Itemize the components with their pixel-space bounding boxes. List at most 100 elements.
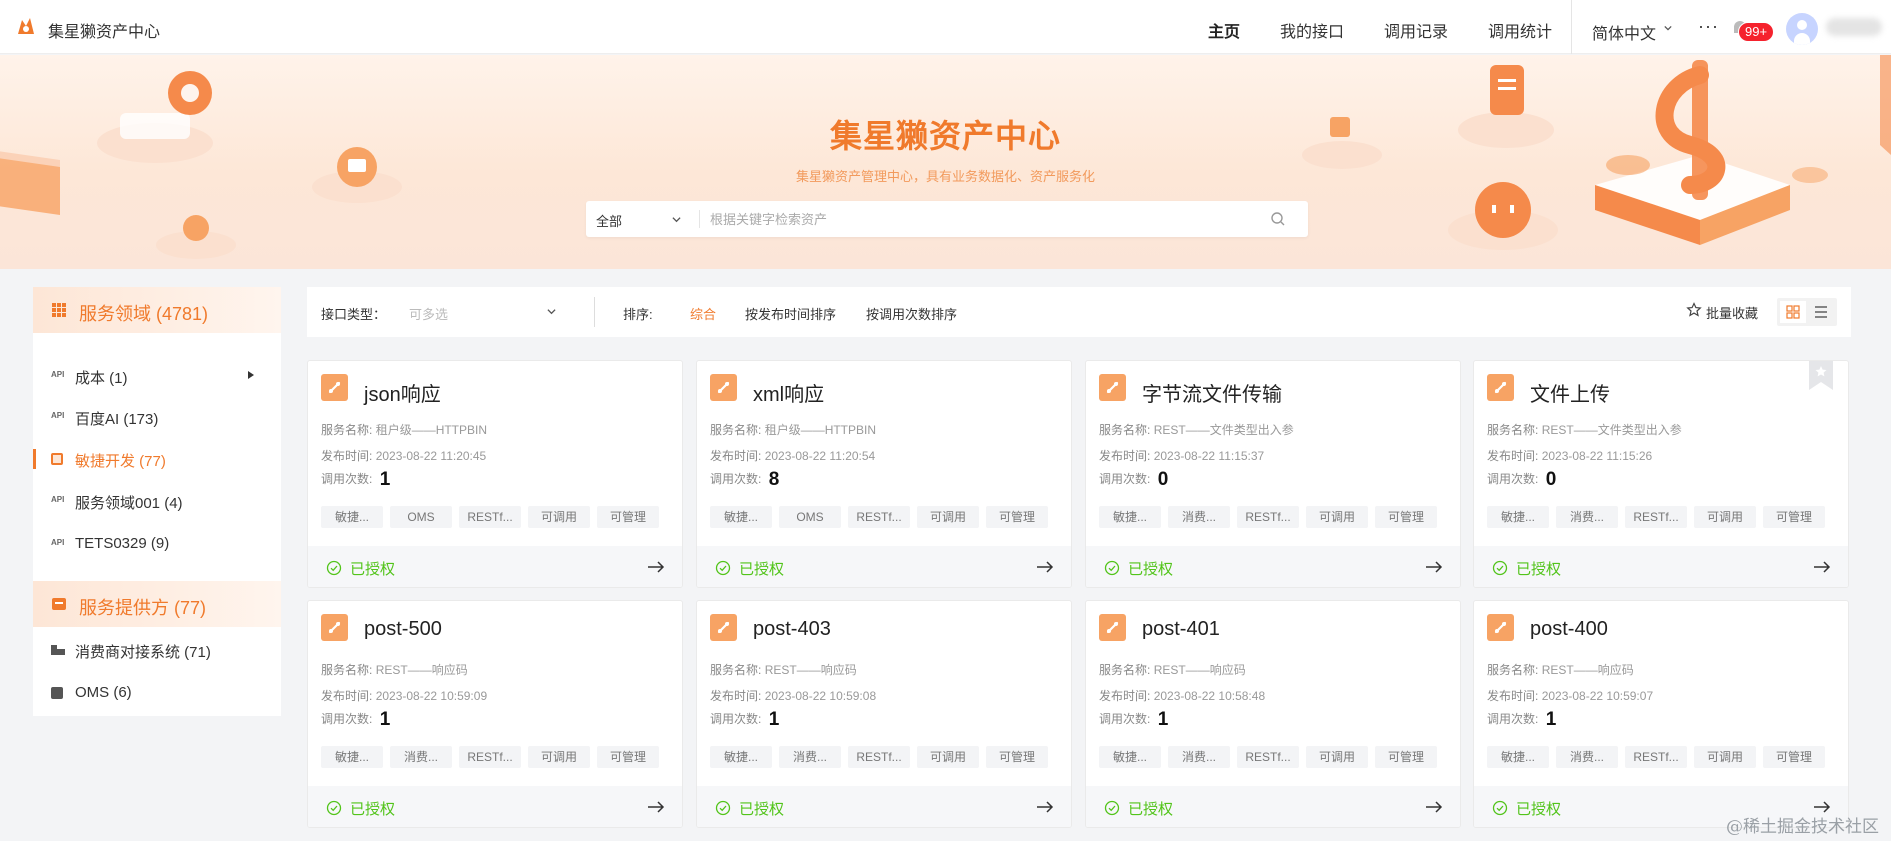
api-tag: 可调用 — [917, 506, 979, 528]
chevron-down-icon[interactable] — [1664, 24, 1672, 32]
sidebar-item-domain001[interactable]: API 服务领域001 (4) — [33, 484, 281, 518]
api-card[interactable]: 文件上传 服务名称: REST——文件类型出入参 发布时间: 2023-08-2… — [1473, 360, 1849, 588]
api-card-title[interactable]: post-400 — [1530, 618, 1608, 641]
service-name-row: 服务名称: 租户级——HTTPBIN — [321, 421, 487, 438]
api-tag: 可调用 — [1306, 746, 1368, 768]
api-tag: 可调用 — [528, 506, 590, 528]
nav-call-stats[interactable]: 调用统计 — [1488, 18, 1552, 42]
nav-call-records[interactable]: 调用记录 — [1384, 18, 1448, 42]
arrow-right-icon[interactable] — [1036, 560, 1054, 574]
api-tag: 可管理 — [1375, 506, 1437, 528]
api-card-title[interactable]: 文件上传 — [1530, 378, 1610, 407]
watermark: @稀土掘金技术社区 — [1726, 817, 1879, 837]
api-card-title[interactable]: json响应 — [364, 378, 441, 407]
api-tag: 可管理 — [986, 746, 1048, 768]
api-card-title[interactable]: post-401 — [1142, 618, 1220, 641]
chevron-down-icon[interactable] — [547, 307, 556, 316]
service-domain-header[interactable]: 服务领域 (4781) — [33, 287, 281, 333]
publish-time-row: 发布时间: 2023-08-22 10:59:09 — [321, 687, 487, 704]
notification-badge[interactable]: 99+ — [1738, 22, 1775, 42]
sidebar-item-oms[interactable]: OMS (6) — [33, 676, 281, 710]
search-input[interactable] — [710, 207, 1250, 231]
service-name-row: 服务名称: REST——文件类型出入参 — [1099, 421, 1294, 438]
sidebar-item-label: TETS0329 (9) — [75, 535, 170, 552]
list-view-icon[interactable] — [1808, 301, 1834, 323]
call-count-row: 调用次数: 1 — [321, 469, 390, 491]
arrow-right-icon[interactable] — [1425, 560, 1443, 574]
avatar-head — [1797, 20, 1807, 30]
sidebar-item-label: 消费商对接系统 (71) — [75, 644, 211, 661]
publish-time-label: 发布时间: — [1099, 449, 1151, 463]
service-provider-header[interactable]: 服务提供方 (77) — [33, 581, 281, 627]
service-name-row: 服务名称: 租户级——HTTPBIN — [710, 421, 876, 438]
api-tag: 消费... — [1556, 506, 1618, 528]
language-select[interactable]: 简体中文 — [1592, 20, 1656, 44]
api-card[interactable]: post-401 服务名称: REST——响应码 发布时间: 2023-08-2… — [1085, 600, 1461, 828]
caret-right-icon[interactable] — [248, 371, 254, 379]
api-link-icon — [1099, 374, 1126, 401]
service-name-label: 服务名称: — [710, 663, 762, 677]
arrow-right-icon[interactable] — [1425, 800, 1443, 814]
authorized-status: 已授权 — [1516, 561, 1562, 578]
sidebar-item-agile-dev[interactable]: 敏捷开发 (77) — [33, 442, 281, 476]
api-tags: 敏捷... 消费... RESTf... 可调用 可管理 — [1099, 506, 1455, 528]
call-count-label: 调用次数: — [710, 472, 762, 486]
app-logo-icon[interactable] — [14, 14, 38, 38]
grid-view-icon[interactable] — [1780, 301, 1806, 323]
api-card-title[interactable]: post-403 — [753, 618, 831, 641]
sidebar-item-tets0329[interactable]: API TETS0329 (9) — [33, 527, 281, 561]
api-tag: 消费... — [1168, 506, 1230, 528]
username-redacted[interactable] — [1826, 18, 1882, 36]
arrow-right-icon[interactable] — [1036, 800, 1054, 814]
api-card[interactable]: json响应 服务名称: 租户级——HTTPBIN 发布时间: 2023-08-… — [307, 360, 683, 588]
publish-time-value: 2023-08-22 11:20:54 — [764, 449, 876, 463]
api-tag: 消费... — [1168, 746, 1230, 768]
call-count-value: 1 — [1545, 709, 1557, 730]
api-card-title[interactable]: xml响应 — [753, 378, 824, 407]
call-count-value: 1 — [379, 709, 391, 730]
arrow-right-icon[interactable] — [1813, 560, 1831, 574]
check-circle-icon — [326, 800, 342, 816]
square-icon — [51, 687, 63, 699]
sort-option-call-count[interactable]: 按调用次数排序 — [866, 304, 957, 323]
star-icon[interactable] — [1686, 302, 1702, 318]
sidebar-item-baidu-ai[interactable]: API 百度AI (173) — [33, 400, 281, 434]
nav-home[interactable]: 主页 — [1208, 18, 1240, 42]
api-type-select[interactable]: 可多选 — [409, 304, 448, 323]
api-tag: RESTf... — [1237, 506, 1299, 528]
bookmark-icon[interactable] — [1809, 360, 1833, 390]
api-card[interactable]: post-403 服务名称: REST——响应码 发布时间: 2023-08-2… — [696, 600, 1072, 828]
service-name-value: REST——响应码 — [764, 663, 857, 677]
sort-option-publish-time[interactable]: 按发布时间排序 — [745, 304, 836, 323]
avatar[interactable] — [1786, 13, 1818, 45]
chevron-down-icon[interactable] — [672, 215, 681, 224]
batch-favorite-button[interactable]: 批量收藏 — [1706, 303, 1758, 322]
api-card[interactable]: xml响应 服务名称: 租户级——HTTPBIN 发布时间: 2023-08-2… — [696, 360, 1072, 588]
api-card[interactable]: 字节流文件传输 服务名称: REST——文件类型出入参 发布时间: 2023-0… — [1085, 360, 1461, 588]
call-count-label: 调用次数: — [710, 712, 762, 726]
sidebar-item-cost[interactable]: API 成本 (1) — [33, 359, 281, 393]
card-footer: 已授权 — [697, 786, 1071, 827]
api-tag: 可管理 — [1763, 506, 1825, 528]
sidebar-item-consumer-system[interactable]: 消费商对接系统 (71) — [33, 633, 281, 667]
api-card-title[interactable]: 字节流文件传输 — [1142, 378, 1282, 407]
api-card[interactable]: post-400 服务名称: REST——响应码 发布时间: 2023-08-2… — [1473, 600, 1849, 828]
sort-option-default[interactable]: 综合 — [690, 304, 716, 323]
publish-time-row: 发布时间: 2023-08-22 11:20:54 — [710, 447, 875, 464]
building-icon — [51, 645, 65, 655]
service-name-row: 服务名称: REST——响应码 — [710, 661, 857, 678]
authorized-status: 已授权 — [1128, 561, 1174, 578]
api-tag: OMS — [390, 506, 452, 528]
app-title[interactable]: 集星獭资产中心 — [48, 18, 160, 42]
api-card-title[interactable]: post-500 — [364, 618, 442, 641]
more-menu-button[interactable]: ··· — [1698, 16, 1719, 37]
api-tag: 敏捷... — [321, 506, 383, 528]
search-scope-select[interactable]: 全部 — [596, 211, 622, 230]
api-tag: RESTf... — [1625, 746, 1687, 768]
nav-my-apis[interactable]: 我的接口 — [1280, 18, 1344, 42]
search-icon[interactable] — [1270, 211, 1286, 227]
arrow-right-icon[interactable] — [647, 800, 665, 814]
arrow-right-icon[interactable] — [647, 560, 665, 574]
api-card[interactable]: post-500 服务名称: REST——响应码 发布时间: 2023-08-2… — [307, 600, 683, 828]
check-circle-icon — [715, 800, 731, 816]
